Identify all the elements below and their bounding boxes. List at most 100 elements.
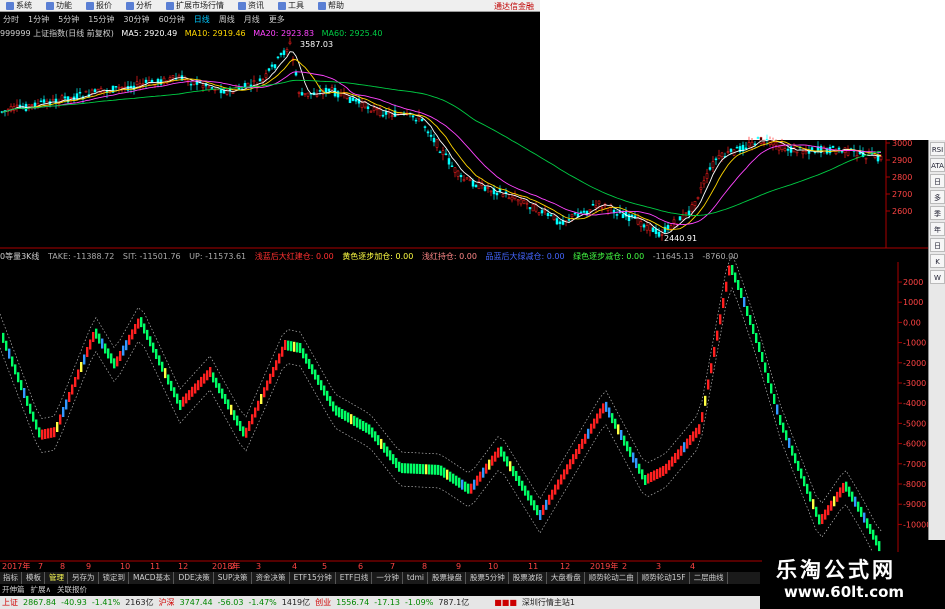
menu-system[interactable]: 系统 xyxy=(6,0,32,11)
indicator-candle xyxy=(623,435,626,446)
period-30min[interactable]: 30分钟 xyxy=(123,14,149,25)
indicator-candle xyxy=(530,495,533,506)
tab-19[interactable]: 二层曲线 xyxy=(691,572,728,584)
menu-help-label: 帮助 xyxy=(328,1,344,10)
indicator-candle xyxy=(668,460,671,471)
x-axis-label: 2017年 xyxy=(2,561,30,571)
indicator-candle xyxy=(830,500,833,511)
news-icon xyxy=(238,1,246,10)
lower-tick-label: 1000 xyxy=(903,298,923,307)
tab-12[interactable]: tdmi xyxy=(404,572,428,584)
tool-rsi[interactable]: RSI xyxy=(930,142,945,156)
chart-canvas[interactable]: 3000 2900 2800 2700 2600 3587.03 2440.91 200… xyxy=(0,0,945,609)
upper-candle-body xyxy=(411,115,415,118)
tab-11[interactable]: 一分钟 xyxy=(373,572,403,584)
menu-help[interactable]: 帮助 xyxy=(318,0,344,11)
upper-candle-body xyxy=(381,114,385,117)
indicator-candle xyxy=(815,506,818,517)
tab-18[interactable]: 顺势轮动15F xyxy=(639,572,690,584)
menu-extended-market[interactable]: 扩展市场行情 xyxy=(166,0,224,11)
period-1min[interactable]: 1分钟 xyxy=(28,14,49,25)
indicator-candle xyxy=(644,475,647,485)
tab-16[interactable]: 大盘看盘 xyxy=(548,572,585,584)
upper-candle-body xyxy=(192,80,196,85)
server-label[interactable]: 深圳行情主站1 xyxy=(522,597,575,608)
security-title: 999999 上证指数(日线 前复权) xyxy=(0,29,114,38)
ma60-value: MA60: 2925.40 xyxy=(321,29,383,38)
indicator-candle xyxy=(230,404,233,415)
period-fenshi[interactable]: 分时 xyxy=(3,14,19,25)
tab-14[interactable]: 股票5分钟 xyxy=(467,572,509,584)
tab-7[interactable]: SUP决策 xyxy=(215,572,252,584)
upper-candle-body xyxy=(507,197,511,200)
tool-season[interactable]: 季 xyxy=(930,206,945,220)
tab-1[interactable]: 模板 xyxy=(23,572,45,584)
upper-candle-body xyxy=(51,99,55,101)
upper-candle-body xyxy=(15,104,19,107)
upper-candle-body xyxy=(426,131,430,134)
tab-9[interactable]: ETF15分钟 xyxy=(291,572,336,584)
tab-13[interactable]: 股票操盘 xyxy=(429,572,466,584)
tool-day-2[interactable]: 日 xyxy=(930,238,945,252)
tab-open-panel[interactable]: 开伸篇 xyxy=(2,584,25,595)
tool-ata[interactable]: ATA xyxy=(930,158,945,172)
period-weekly[interactable]: 周线 xyxy=(219,14,235,25)
upper-candle-body xyxy=(681,214,685,220)
upper-candle-body xyxy=(348,96,352,104)
tool-day[interactable]: 日 xyxy=(930,174,945,188)
upper-candle-body xyxy=(579,211,583,214)
indicator-candle xyxy=(149,336,152,347)
tab-17[interactable]: 顺势轮动二曲 xyxy=(586,572,638,584)
upper-candle-body xyxy=(264,73,268,78)
indicator-candle xyxy=(245,427,248,438)
upper-candle-body xyxy=(687,210,691,216)
indicator-candle xyxy=(275,360,278,371)
tool-w[interactable]: W xyxy=(930,270,945,284)
indicator-candle xyxy=(401,463,404,474)
period-daily[interactable]: 日线 xyxy=(194,14,210,25)
menu-analysis[interactable]: 分析 xyxy=(126,0,152,11)
indicator-panel[interactable]: 2000 1000 0.00 -1000 -2000 -3000 -4000 -5000 -60… xyxy=(0,253,931,571)
upper-candle-body xyxy=(141,83,145,85)
indicator-candle xyxy=(680,445,683,456)
indicator-candle xyxy=(158,355,161,366)
tab-0[interactable]: 指标 xyxy=(0,572,22,584)
tab-3[interactable]: 另存为 xyxy=(69,572,99,584)
indicator-candle xyxy=(836,491,839,502)
indicator-candle xyxy=(218,383,221,394)
indicator-candle xyxy=(119,351,122,361)
indicator-candle xyxy=(221,388,224,399)
indicator-candle xyxy=(794,453,797,464)
tool-multi[interactable]: 多 xyxy=(930,190,945,204)
indicator-candle xyxy=(83,354,86,365)
tool-k[interactable]: K xyxy=(930,254,945,268)
indicator-candle xyxy=(584,433,587,444)
menu-quote[interactable]: 报价 xyxy=(86,0,112,11)
period-5min[interactable]: 5分钟 xyxy=(58,14,79,25)
x-axis-label: 3 xyxy=(656,562,661,571)
tool-year[interactable]: 年 xyxy=(930,222,945,236)
indicator-candle xyxy=(821,514,824,525)
indicator-candle xyxy=(329,396,332,407)
period-more[interactable]: 更多 xyxy=(269,14,285,25)
tab-8[interactable]: 资金决策 xyxy=(253,572,290,584)
upper-candle-body xyxy=(285,49,289,52)
period-monthly[interactable]: 月线 xyxy=(244,14,260,25)
menu-tools[interactable]: 工具 xyxy=(278,0,304,11)
tab-10[interactable]: ETF日线 xyxy=(337,572,373,584)
tab-5[interactable]: MACD基本 xyxy=(130,572,175,584)
upper-candle-body xyxy=(759,137,763,144)
tab-15[interactable]: 股票波段 xyxy=(510,572,547,584)
tab-4[interactable]: 锁定到 xyxy=(100,572,129,584)
menu-function[interactable]: 功能 xyxy=(46,0,72,11)
upper-candle-body xyxy=(420,118,424,122)
tab-2[interactable]: 管理 xyxy=(46,572,68,584)
menu-news[interactable]: 资讯 xyxy=(238,0,264,11)
tab-6[interactable]: DDE决策 xyxy=(175,572,214,584)
tab-expand[interactable]: 扩展∧ xyxy=(31,584,52,595)
period-60min[interactable]: 60分钟 xyxy=(159,14,185,25)
upper-candle-body xyxy=(831,145,835,148)
upper-candle-body xyxy=(258,78,262,82)
tab-linked-quote[interactable]: 关联报价 xyxy=(57,584,87,595)
period-15min[interactable]: 15分钟 xyxy=(88,14,114,25)
